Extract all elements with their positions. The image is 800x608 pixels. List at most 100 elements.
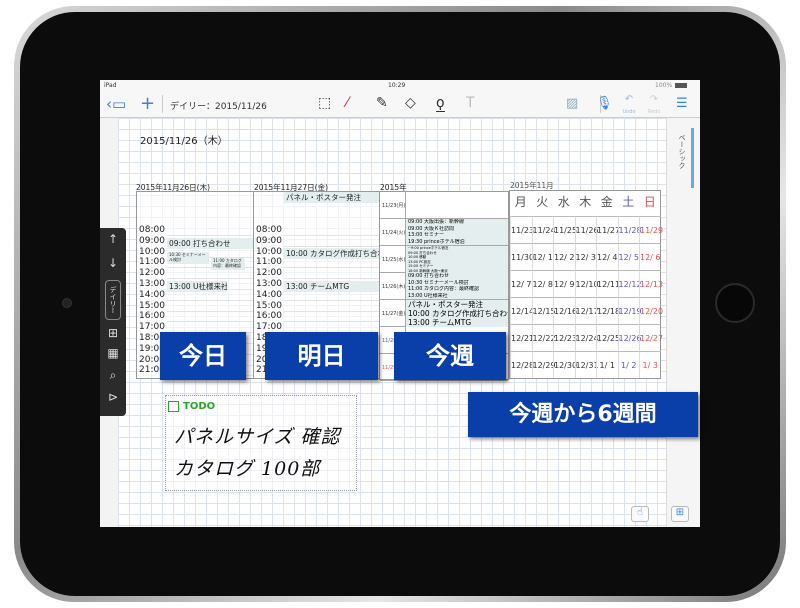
- week-row[interactable]: 11/25(水) ~9:00 princeホテル宿泊 09:00 打ち合わせ 10:0…: [380, 246, 508, 273]
- eraser-icon[interactable]: ◇: [405, 95, 416, 111]
- home-button[interactable]: [715, 283, 755, 323]
- month-day-cell[interactable]: 11/30: [510, 243, 534, 270]
- week-event[interactable]: パネル・ポスター発注: [406, 300, 508, 309]
- folder-back-icon[interactable]: ‹▭: [106, 94, 126, 114]
- month-day-cell[interactable]: 12/ 1: [531, 243, 553, 270]
- month-day-cell[interactable]: 12/15: [531, 297, 556, 324]
- label-this-week: 今週: [394, 332, 506, 380]
- month-day-cell[interactable]: 12/12: [617, 270, 642, 297]
- month-day-cell[interactable]: 12/ 3: [574, 243, 596, 270]
- pen-icon[interactable]: ✎: [376, 95, 388, 111]
- month-day-cell[interactable]: 11/27: [596, 216, 620, 243]
- month-day-cell[interactable]: 12/ 9: [553, 270, 575, 297]
- event[interactable]: 10:30 セミナーメール検討: [167, 252, 209, 264]
- time-slot-label: 14:00: [256, 289, 282, 300]
- page-search-icon[interactable]: ⌕: [100, 368, 126, 383]
- month-day-cell[interactable]: 12/21: [510, 324, 534, 351]
- event[interactable]: 09:00 打ち合わせ: [167, 238, 257, 249]
- hour-line: [167, 310, 253, 312]
- month-day-cell[interactable]: 11/23: [510, 216, 534, 243]
- text-icon[interactable]: T: [466, 95, 475, 111]
- month-day-cell[interactable]: 11/28: [617, 216, 642, 243]
- microphone-icon[interactable]: 🎙: [596, 94, 613, 114]
- month-day-cell[interactable]: 12/23: [553, 324, 577, 351]
- todo-checkbox[interactable]: [168, 401, 179, 412]
- month-day-cell[interactable]: 12/20: [639, 297, 663, 324]
- arrow-up-icon[interactable]: ↑: [100, 232, 126, 246]
- select-icon[interactable]: ⬚: [318, 95, 331, 111]
- month-day-cell[interactable]: 12/ 8: [531, 270, 553, 297]
- menu-icon[interactable]: ☰: [676, 94, 688, 114]
- left-toolbar: ↑ ↓ デイリー ⊞ ▦ ⌕ ⊳: [100, 228, 126, 416]
- add-page-icon[interactable]: ⊞: [100, 326, 126, 340]
- month-day-cell[interactable]: 12/29: [531, 351, 556, 378]
- time-slot-label: 09:00: [256, 235, 282, 246]
- week-event[interactable]: 10:00 カタログ作成打ち合わせ: [406, 309, 508, 318]
- event[interactable]: 10:00 カタログ作成打ち合わせ: [284, 248, 380, 259]
- month-day-cell[interactable]: 11/26: [574, 216, 599, 243]
- month-day-cell[interactable]: 12/ 4: [596, 243, 618, 270]
- month-day-cell[interactable]: 12/30: [553, 351, 577, 378]
- month-day-cell[interactable]: 1/ 2: [617, 351, 639, 378]
- add-icon[interactable]: +: [140, 94, 155, 114]
- play-icon[interactable]: ⊳: [100, 390, 126, 404]
- month-day-cell[interactable]: 12/24: [574, 324, 599, 351]
- allday-event[interactable]: パネル・ポスター発注: [284, 192, 380, 203]
- week-row[interactable]: 11/26(木) 09:00 打ち合わせ 10:30 セミナーメール検討 11:00 …: [380, 273, 508, 300]
- month-day-cell[interactable]: 12/31: [574, 351, 599, 378]
- event[interactable]: 11:00 カタログ内容：最終確認: [211, 258, 245, 270]
- month-day-cell[interactable]: 11/29: [639, 216, 663, 243]
- arrow-down-icon[interactable]: ↓: [100, 256, 126, 270]
- month-day-cell[interactable]: 12/13: [639, 270, 663, 297]
- month-day-cell[interactable]: 12/22: [531, 324, 556, 351]
- daily-page-button[interactable]: デイリー: [105, 280, 121, 320]
- week-row[interactable]: 11/27(金) パネル・ポスター発注 10:00 カタログ作成打ち合わせ 13:00…: [380, 300, 508, 327]
- month-day-cell[interactable]: 12/11: [596, 270, 620, 297]
- redo-button[interactable]: ↷ Redo: [645, 94, 663, 116]
- lasso-icon[interactable]: ϙ: [436, 95, 445, 112]
- week-event[interactable]: 13:00 U社様来社: [406, 292, 508, 299]
- month-day-cell[interactable]: 11/25: [553, 216, 577, 243]
- hour-line: [167, 235, 253, 236]
- laser-pointer-icon[interactable]: ⁄: [346, 95, 348, 111]
- week-row[interactable]: 11/23(月): [380, 192, 508, 219]
- scroll-indicator[interactable]: [691, 128, 694, 188]
- event[interactable]: 13:00 U社様来社: [167, 281, 227, 292]
- month-day-cell[interactable]: 12/26: [617, 324, 642, 351]
- month-day-cell[interactable]: 12/25: [596, 324, 620, 351]
- month-day-cell[interactable]: 12/28: [510, 351, 534, 378]
- week-row[interactable]: 11/24(火) 09:00 大阪出張：新幹線 09:00 大阪Ｋ社訪問 13:00 …: [380, 219, 508, 246]
- template-tab-basic[interactable]: ベーシック: [677, 134, 687, 169]
- month-day-cell[interactable]: 12/27: [639, 324, 663, 351]
- sticker-icon[interactable]: ▨: [566, 94, 578, 114]
- todo-box[interactable]: TODO パネルサイズ 確認 カタログ 100部: [165, 395, 357, 491]
- hand-tool-icon[interactable]: ☝: [631, 506, 649, 522]
- month-day-cell[interactable]: 11/24: [531, 216, 556, 243]
- undo-button[interactable]: ↶ Undo: [620, 94, 638, 116]
- month-day-cell[interactable]: 12/ 7: [510, 270, 532, 297]
- week-event[interactable]: 13:00 チームMTG: [406, 318, 508, 327]
- event[interactable]: 13:00 チームMTG: [284, 281, 380, 292]
- toolbar-title: デイリー：2015/11/26: [170, 102, 267, 112]
- weekday-header: 火: [536, 195, 549, 209]
- month-day-cell[interactable]: 12/ 5: [617, 243, 639, 270]
- time-slot-label: 11:00: [139, 257, 165, 268]
- month-day-cell[interactable]: 12/16: [553, 297, 577, 324]
- zoom-in-icon[interactable]: ⊞: [671, 506, 689, 522]
- time-slot-label: 11:00: [256, 257, 282, 268]
- month-day-cell[interactable]: 12/19: [617, 297, 642, 324]
- time-slot-label: 16:00: [139, 311, 165, 322]
- month-day-cell[interactable]: 12/14: [510, 297, 534, 324]
- week-event[interactable]: 19:30 princeホテル宿泊: [406, 238, 508, 245]
- time-slot-label: 15:00: [139, 300, 165, 311]
- calendar-icon[interactable]: ▦: [100, 346, 126, 360]
- month-day-cell[interactable]: 12/18: [596, 297, 620, 324]
- hour-line: [167, 278, 253, 280]
- month-day-cell[interactable]: 12/10: [574, 270, 599, 297]
- month-day-cell[interactable]: 1/ 1: [596, 351, 618, 378]
- month-day-cell[interactable]: 12/17: [574, 297, 599, 324]
- month-day-cell[interactable]: 12/ 6: [639, 243, 661, 270]
- month-day-cell[interactable]: 1/ 3: [639, 351, 661, 378]
- month-day-cell[interactable]: 12/ 2: [553, 243, 575, 270]
- week-row-date: 11/24(火): [382, 230, 406, 236]
